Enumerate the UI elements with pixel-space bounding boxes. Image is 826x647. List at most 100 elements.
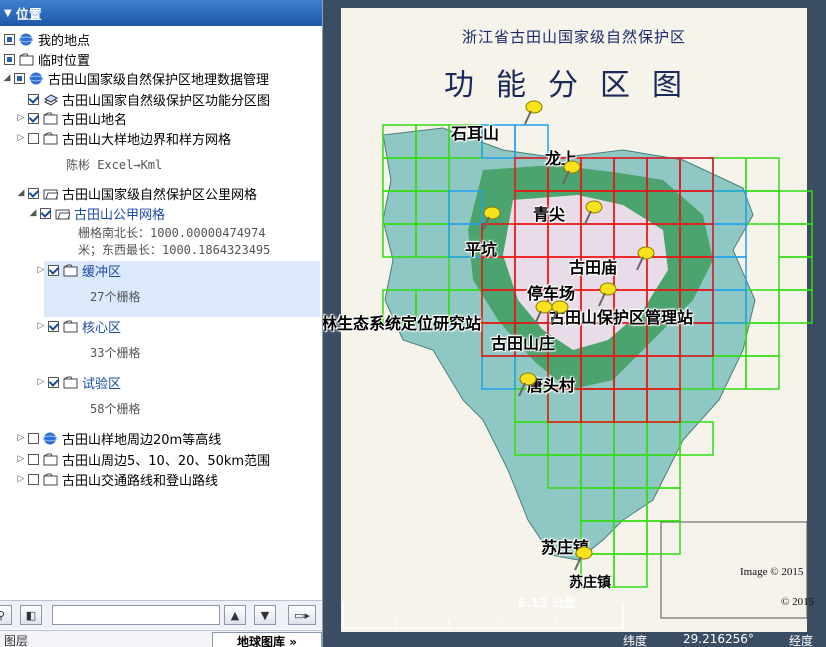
tree-item-km-grid[interactable]: ◢ 古田山国家级自然保护区公里网格 xyxy=(16,183,257,203)
expand-icon[interactable]: ▷ xyxy=(36,321,46,331)
places-panel: ▼ 位置 我的地点 临时位置 ◢ 古田山国家级自然保护区地理数据管理 古田山国家… xyxy=(0,0,323,647)
grid-cell xyxy=(613,520,648,555)
tree-item-my-places[interactable]: 我的地点 xyxy=(4,29,90,49)
checkbox[interactable] xyxy=(48,320,59,332)
panel-toolbar: ⚲ ◧ ▲ ▼ ▭▸ xyxy=(0,600,322,629)
arrow-up-icon: ▲ xyxy=(230,608,240,622)
pushpin-icon[interactable] xyxy=(571,546,595,572)
search-button[interactable]: ⚲ xyxy=(0,605,12,625)
move-up-button[interactable]: ▲ xyxy=(224,605,246,625)
add-folder-button[interactable]: ▭▸ xyxy=(288,605,316,625)
folder-open-icon xyxy=(55,209,70,219)
pushpin-icon[interactable] xyxy=(633,246,657,272)
copyright-credit: © 2015 xyxy=(781,596,815,608)
grid-cell xyxy=(778,256,813,291)
placemark-label[interactable]: 青尖 xyxy=(533,201,565,225)
folder-add-icon: ▭▸ xyxy=(294,608,310,622)
placemark-label[interactable]: 石耳山 xyxy=(451,120,499,144)
checkbox[interactable] xyxy=(28,453,39,465)
checkbox[interactable] xyxy=(28,432,39,444)
expand-icon[interactable]: ▷ xyxy=(16,454,26,464)
core-count: 33个栅格 xyxy=(90,346,141,360)
tree-item-core[interactable]: ▷ 核心区 xyxy=(36,316,121,336)
exp-count: 58个栅格 xyxy=(90,402,141,416)
places-panel-header[interactable]: ▼ 位置 xyxy=(0,0,322,26)
folder-icon xyxy=(43,132,58,144)
grid-cell xyxy=(778,289,813,324)
pushpin-icon[interactable] xyxy=(547,300,571,326)
checkbox[interactable] xyxy=(48,264,59,276)
checkbox[interactable] xyxy=(28,473,39,485)
pushpin-icon[interactable] xyxy=(515,372,539,398)
checkbox[interactable] xyxy=(28,93,39,105)
tree-item-temp-places[interactable]: 临时位置 xyxy=(4,49,90,69)
expand-icon[interactable]: ▷ xyxy=(36,265,46,275)
panel-toggle-button[interactable]: ◧ xyxy=(20,605,42,625)
pushpin-icon[interactable] xyxy=(595,282,619,308)
map-view[interactable]: 浙江省古田山国家级自然保护区 功能分区图 石耳山 龙上 青尖 平坑 古田庙 停车… xyxy=(323,0,826,647)
tree-item-zone-map[interactable]: 古田山国家自然级保护区功能分区图 xyxy=(16,89,270,109)
folder-icon xyxy=(43,112,58,124)
grid-ns-note: 栅格南北长：1000.00000474974 xyxy=(78,226,266,240)
grid-ew-note: 米；东西最长：1000.1864323495 xyxy=(78,243,271,257)
latitude-label: 纬度 xyxy=(623,634,648,647)
checkbox[interactable] xyxy=(48,376,59,388)
pushpin-icon[interactable] xyxy=(559,160,583,186)
pushpin-icon[interactable] xyxy=(479,206,503,232)
folder-icon xyxy=(63,320,78,332)
expand-icon[interactable]: ◢ xyxy=(16,188,26,198)
panel-title: 位置 xyxy=(15,7,42,23)
tree-item-mile-grid[interactable]: ◢ 古田山公甲网格 xyxy=(28,203,165,223)
folder-icon xyxy=(43,453,58,465)
expand-icon[interactable]: ▷ xyxy=(16,474,26,484)
expand-icon[interactable]: ▷ xyxy=(16,113,26,123)
author-note: 陈彬 Excel→Kml xyxy=(66,158,163,172)
tree-item-ranges[interactable]: ▷ 古田山周边5、10、20、50km范围 xyxy=(16,449,270,469)
tree-item-db[interactable]: ◢ 古田山国家级自然保护区地理数据管理 xyxy=(2,68,269,88)
placemark-label[interactable]: 林生态系统定位研究站 xyxy=(323,310,481,334)
collapse-icon[interactable]: ▼ xyxy=(4,8,12,19)
scale-ticks xyxy=(395,620,556,628)
checkbox[interactable] xyxy=(4,53,15,65)
expand-icon[interactable]: ▷ xyxy=(16,433,26,443)
grid-cell xyxy=(745,157,780,192)
expand-icon[interactable]: ▷ xyxy=(36,377,46,387)
expand-icon[interactable]: ◢ xyxy=(2,73,12,83)
expand-icon[interactable]: ◢ xyxy=(28,208,38,218)
panel-icon: ◧ xyxy=(25,608,37,622)
tree-item-roads[interactable]: ▷ 古田山交通路线和登山路线 xyxy=(16,469,218,489)
checkbox[interactable] xyxy=(4,33,15,45)
arrow-down-icon: ▼ xyxy=(260,608,270,622)
checkbox[interactable] xyxy=(14,72,25,84)
grid-cell xyxy=(778,223,813,258)
pushpin-icon[interactable] xyxy=(521,100,545,126)
move-down-button[interactable]: ▼ xyxy=(254,605,276,625)
tree-item-place-names[interactable]: ▷ 古田山地名 xyxy=(16,108,127,128)
search-input[interactable] xyxy=(52,605,220,625)
placemark-label[interactable]: 古田山庄 xyxy=(491,330,555,354)
tab-layers[interactable]: 图层 xyxy=(4,632,28,647)
tree-item-buffer[interactable]: ▷ 缓冲区 xyxy=(36,260,121,280)
folder-open-icon xyxy=(43,189,58,199)
tree-item-contour[interactable]: ▷ 古田山样地周边20m等高线 xyxy=(16,428,221,448)
placemark-label[interactable]: 古田庙 xyxy=(569,254,617,278)
buffer-count: 27个栅格 xyxy=(90,290,141,304)
placemark-label[interactable]: 苏庄镇 xyxy=(569,572,611,592)
earth-icon xyxy=(43,432,58,444)
scale-bar xyxy=(342,602,624,629)
tree-item-exp[interactable]: ▷ 试验区 xyxy=(36,372,121,392)
status-bar: 纬度 29.216256° 经度 xyxy=(323,632,826,647)
folder-link-icon xyxy=(19,53,34,65)
checkbox[interactable] xyxy=(28,132,39,144)
tree-item-sample-grid[interactable]: ▷ 古田山大样地边界和样方网格 xyxy=(16,128,231,148)
earth-icon xyxy=(29,72,44,84)
checkbox[interactable] xyxy=(40,207,51,219)
checkbox[interactable] xyxy=(28,112,39,124)
image-overlay-icon xyxy=(44,93,58,106)
expand-icon[interactable]: ▷ xyxy=(16,133,26,143)
tab-earth-gallery[interactable]: 地球图库 » xyxy=(212,632,322,647)
placemark-label[interactable]: 平坑 xyxy=(465,236,497,260)
pushpin-icon[interactable] xyxy=(581,200,605,226)
checkbox[interactable] xyxy=(28,187,39,199)
grid-cell xyxy=(745,355,780,390)
